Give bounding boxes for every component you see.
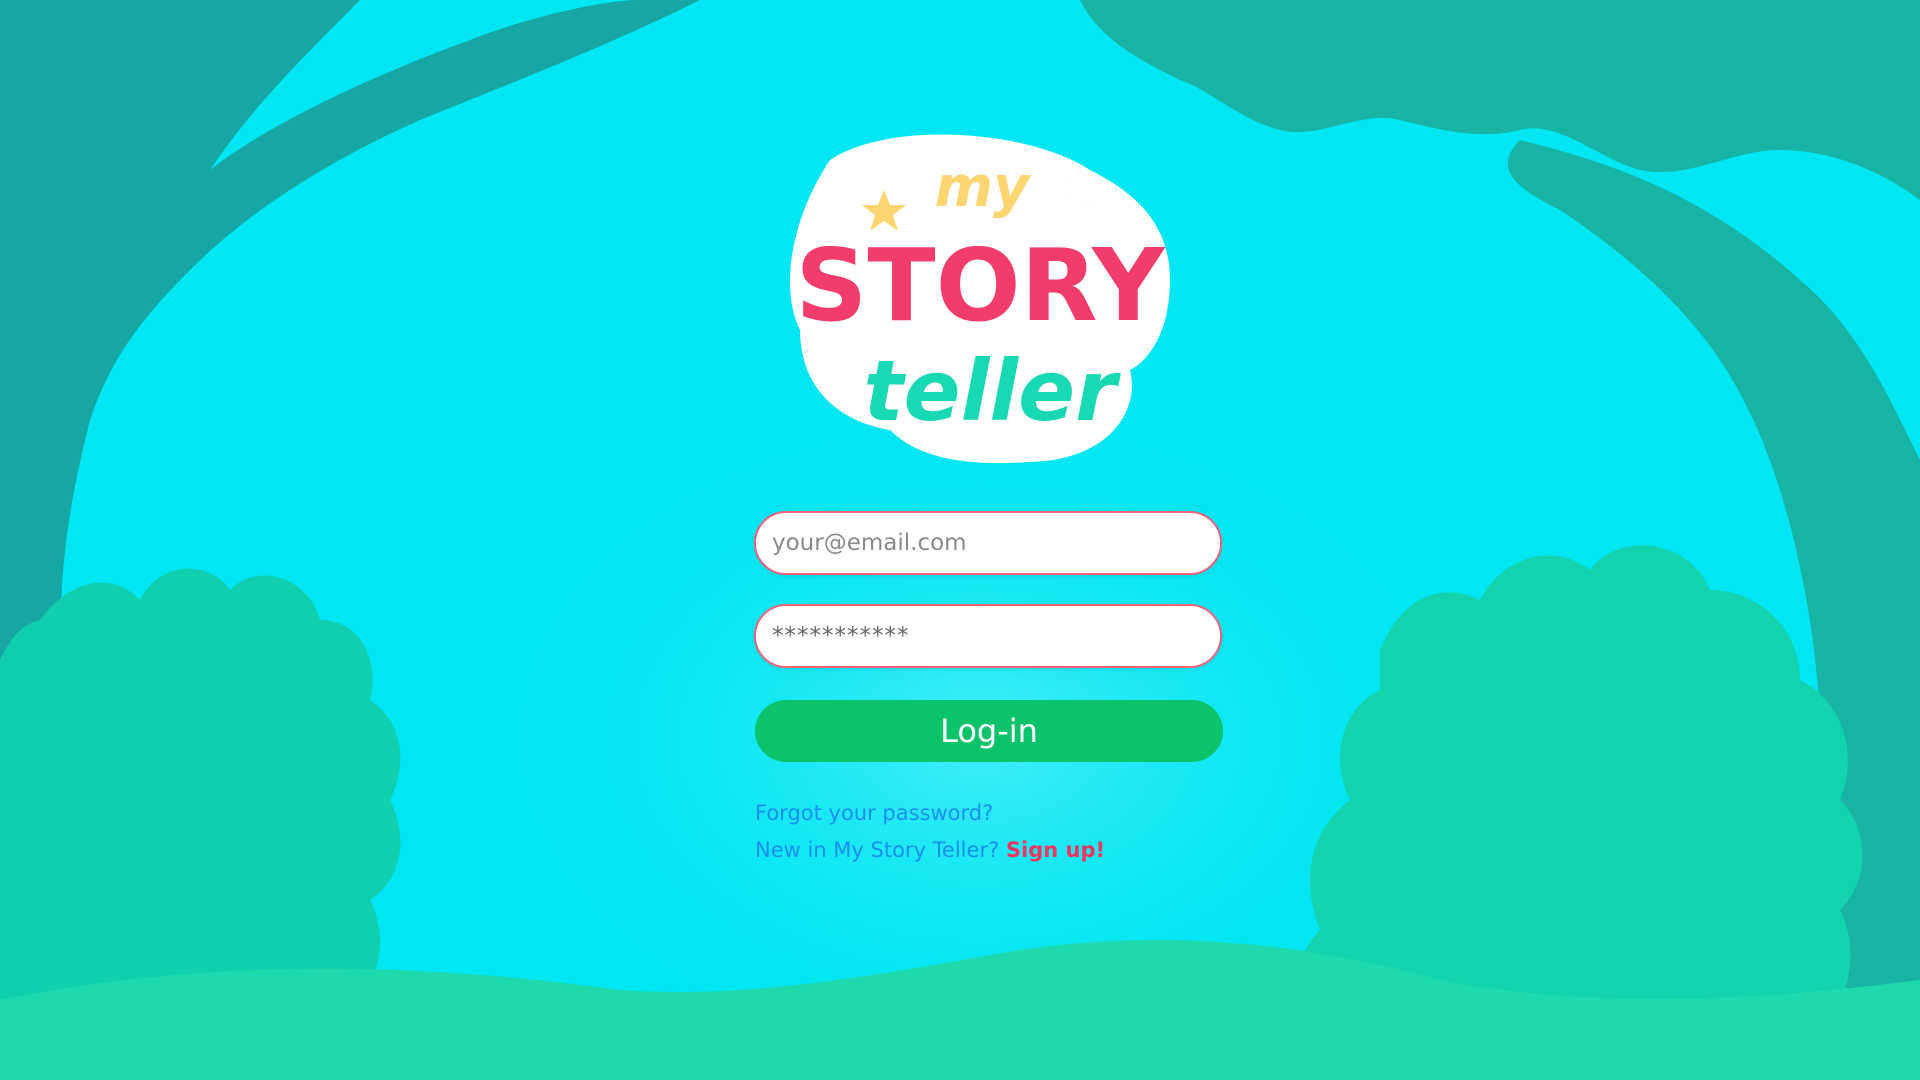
logo-story-text: STORY: [795, 227, 1166, 344]
password-field[interactable]: [754, 604, 1222, 668]
logo-teller-text: teller: [863, 342, 1121, 440]
signup-prompt-text: New in My Story Teller?: [755, 838, 1000, 862]
logo-my-text: my: [935, 155, 1032, 220]
signup-link[interactable]: Sign up!: [1006, 838, 1105, 862]
email-field[interactable]: [754, 511, 1222, 575]
my-story-teller-logo: my STORY teller: [790, 134, 1170, 464]
auth-links: Forgot your password? New in My Story Te…: [755, 795, 1105, 869]
login-button[interactable]: Log-in: [755, 700, 1223, 762]
forgot-password-link[interactable]: Forgot your password?: [755, 801, 993, 825]
